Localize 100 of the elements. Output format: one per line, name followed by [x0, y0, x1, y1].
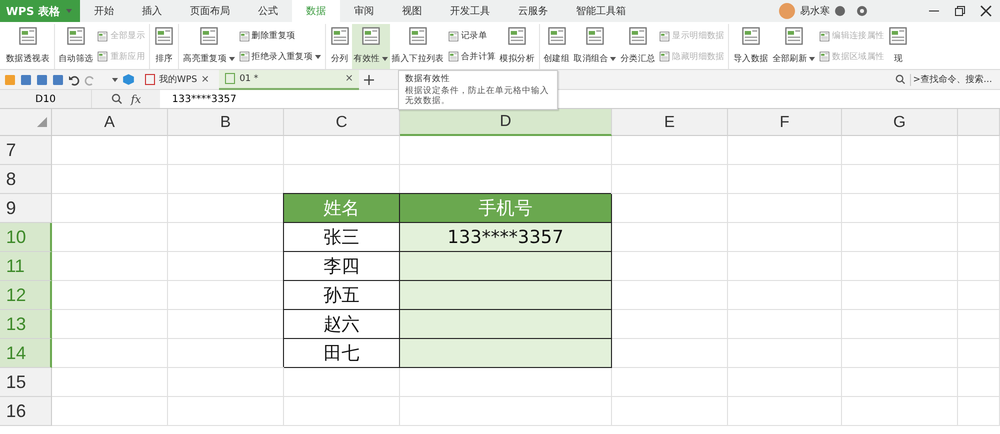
grid-cell[interactable]: [958, 397, 1000, 426]
grid-cell[interactable]: [52, 368, 168, 397]
grid-cell[interactable]: [842, 281, 958, 310]
ribbon-button[interactable]: 有效性: [352, 24, 390, 69]
toolbar-icon[interactable]: [36, 74, 48, 86]
ribbon-button[interactable]: 拒绝录入重复项: [238, 50, 322, 63]
grid-cell[interactable]: [284, 397, 400, 426]
ribbon-button[interactable]: 模拟分析: [498, 24, 536, 69]
user-name[interactable]: 易水寒: [800, 4, 830, 18]
grid-cell[interactable]: [958, 252, 1000, 281]
grid-cell[interactable]: [168, 368, 284, 397]
grid-cell[interactable]: [612, 339, 728, 368]
column-header[interactable]: D: [400, 109, 612, 136]
row-header[interactable]: 7: [0, 136, 52, 165]
document-tab[interactable]: 01 * ×: [219, 70, 360, 90]
ribbon-button[interactable]: 记录单: [446, 30, 497, 42]
menu-tab[interactable]: 智能工具箱: [562, 0, 640, 22]
grid-cell[interactable]: [52, 281, 168, 310]
grid-cell[interactable]: [842, 397, 958, 426]
grid-cell[interactable]: [842, 252, 958, 281]
grid-cell[interactable]: [400, 397, 612, 426]
ribbon-button[interactable]: 合并计算: [446, 50, 497, 63]
grid-cell[interactable]: [52, 165, 168, 194]
search-field[interactable]: >查找命令、搜索...: [910, 74, 1000, 86]
grid-cell[interactable]: [612, 368, 728, 397]
restore-icon[interactable]: [954, 5, 966, 17]
grid-cell[interactable]: [612, 310, 728, 339]
grid-cell[interactable]: [612, 281, 728, 310]
menu-tab[interactable]: 审阅: [340, 0, 388, 22]
menu-tab[interactable]: 插入: [128, 0, 176, 22]
select-all-icon[interactable]: [37, 117, 47, 127]
column-header[interactable]: [958, 109, 1000, 136]
grid-cell[interactable]: [168, 397, 284, 426]
ribbon-button[interactable]: 创建组: [542, 24, 572, 69]
ribbon-button[interactable]: 导入数据: [731, 24, 770, 69]
insert-function-button[interactable]: fx: [130, 92, 142, 106]
toolbar-icon[interactable]: [20, 74, 32, 86]
menu-tab[interactable]: 页面布局: [176, 0, 244, 22]
grid-cell[interactable]: [52, 310, 168, 339]
grid-cell[interactable]: [842, 339, 958, 368]
grid-cell[interactable]: [52, 252, 168, 281]
grid-cell[interactable]: [958, 310, 1000, 339]
grid-cell[interactable]: [728, 194, 842, 223]
grid-cell[interactable]: [728, 310, 842, 339]
close-tab-button[interactable]: ×: [201, 74, 210, 85]
grid-cell[interactable]: [728, 397, 842, 426]
formula-field[interactable]: 133****3357: [160, 94, 237, 104]
settings-icon[interactable]: [856, 5, 868, 17]
grid-cell[interactable]: [284, 136, 400, 165]
grid-cell[interactable]: [284, 368, 400, 397]
grid-cell[interactable]: [958, 165, 1000, 194]
grid-cell[interactable]: [958, 368, 1000, 397]
column-header[interactable]: A: [52, 109, 168, 136]
column-header[interactable]: G: [842, 109, 958, 136]
grid-cell[interactable]: [728, 339, 842, 368]
row-header[interactable]: 16: [0, 397, 52, 426]
grid-cell[interactable]: [728, 165, 842, 194]
menu-tab[interactable]: 开始: [80, 0, 128, 22]
grid-cell[interactable]: [728, 136, 842, 165]
grid-cell[interactable]: [842, 194, 958, 223]
grid-cell[interactable]: [52, 223, 168, 252]
row-header[interactable]: 9: [0, 194, 52, 223]
menu-tab[interactable]: 公式: [244, 0, 292, 22]
zoom-icon[interactable]: [110, 93, 123, 105]
grid-cell[interactable]: [400, 136, 612, 165]
grid-cell[interactable]: [52, 397, 168, 426]
grid-cell[interactable]: [728, 223, 842, 252]
grid-cell[interactable]: [958, 281, 1000, 310]
ribbon-button[interactable]: 分类汇总: [618, 24, 658, 69]
grid-cell[interactable]: [612, 194, 728, 223]
grid-cell[interactable]: [612, 165, 728, 194]
document-tab[interactable]: 我的WPS ×: [139, 70, 216, 90]
ribbon-button[interactable]: 高亮重复项: [181, 24, 237, 69]
grid-cell[interactable]: [958, 194, 1000, 223]
ribbon-button[interactable]: 自动筛选: [56, 24, 96, 69]
menu-tab[interactable]: 数据: [292, 0, 340, 22]
undo-icon[interactable]: [68, 74, 80, 86]
grid-cell[interactable]: [52, 339, 168, 368]
ribbon-button[interactable]: 分列: [328, 24, 352, 69]
ribbon-button[interactable]: 排序: [152, 24, 176, 69]
cube-icon[interactable]: [122, 73, 135, 86]
grid-cell[interactable]: [400, 368, 612, 397]
avatar-icon[interactable]: [778, 2, 796, 20]
ribbon-button[interactable]: 全部刷新: [770, 24, 818, 69]
grid-cell[interactable]: [52, 194, 168, 223]
grid-cell[interactable]: [842, 136, 958, 165]
grid-cell[interactable]: [612, 136, 728, 165]
grid-cell[interactable]: [728, 281, 842, 310]
grid-cell[interactable]: [168, 136, 284, 165]
menu-tab[interactable]: 视图: [388, 0, 436, 22]
ribbon-button[interactable]: 现: [886, 24, 910, 69]
toolbar-icon[interactable]: [4, 74, 16, 86]
toolbar-icon[interactable]: [52, 74, 64, 86]
grid-cell[interactable]: [52, 136, 168, 165]
close-tab-button[interactable]: ×: [345, 73, 354, 84]
grid-cell[interactable]: [958, 223, 1000, 252]
ribbon-button[interactable]: 数据透视表: [4, 24, 52, 69]
grid-cell[interactable]: [842, 223, 958, 252]
row-header[interactable]: 8: [0, 165, 52, 194]
row-header[interactable]: 15: [0, 368, 52, 397]
